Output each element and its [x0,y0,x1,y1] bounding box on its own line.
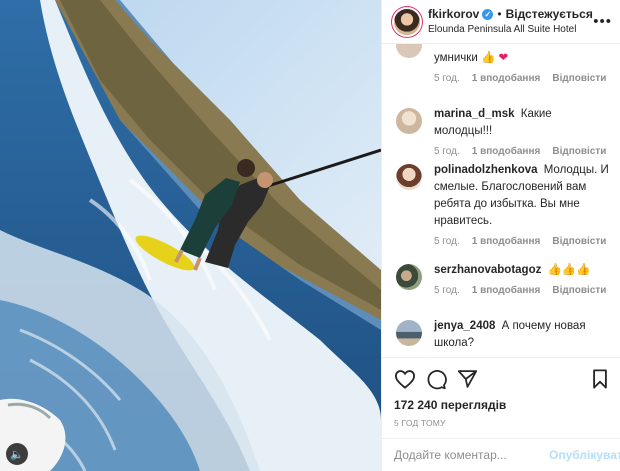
comment-meta: 5 год. 1 вподобання Відповісти [434,236,610,247]
comment-item: marina_d_msk Какие молодцы!!! 5 год. 1 в… [396,106,610,157]
save-bookmark-icon[interactable] [592,369,608,389]
commenter-avatar[interactable] [396,44,422,58]
post-location[interactable]: Elounda Peninsula All Suite Hotel [428,24,593,36]
commenter-avatar[interactable] [396,108,422,134]
comment-text: polinadolzhenkova Молодцы. И смелые. Бла… [434,164,609,227]
comment-reply-button[interactable]: Відповісти [552,236,606,247]
comment-reply-button[interactable]: Відповісти [552,285,606,296]
comment-text: serzhanovabotagoz 👍👍👍 [434,262,610,279]
comment-item: умнички 👍 ❤ 5 год. 1 вподобання Відповіс… [396,44,610,84]
post-video[interactable]: 🔈 [0,0,381,471]
comment-meta: 5 год. 1 вподобання Відповісти [434,146,610,157]
like-heart-icon[interactable] [394,369,416,389]
action-icons [394,364,608,394]
comment-likes[interactable]: 1 вподобання [472,146,541,157]
comment-likes[interactable]: 1 вподобання [472,73,541,84]
share-paper-plane-icon[interactable] [457,369,478,389]
add-comment-bar: Опублікувати [382,438,620,471]
comment-username[interactable]: serzhanovabotagoz [434,264,541,276]
comment-input[interactable] [394,448,549,462]
comment-item: serzhanovabotagoz 👍👍👍 5 год. 1 вподобанн… [396,262,610,296]
comment-age[interactable]: 5 год. [434,236,460,247]
comment-reply-button[interactable]: Відповісти [552,146,606,157]
author-avatar[interactable] [394,8,420,35]
header-separator: • [497,6,502,21]
comment-username[interactable]: marina_d_msk [434,108,515,120]
comment-meta: 5 год. 1 вподобання Відповісти [434,73,610,84]
post-timestamp: 5 ГОД ТОМУ [394,418,446,428]
publish-button[interactable]: Опублікувати [549,448,620,462]
comment-meta: 5 год. 1 вподобання Відповісти [434,285,610,296]
mute-toggle-icon[interactable]: 🔈 [6,443,28,465]
comment-likes[interactable]: 1 вподобання [472,285,541,296]
view-count[interactable]: 172 240 переглядів [394,398,608,412]
comment-age[interactable]: 5 год. [434,73,460,84]
comment-reply-button[interactable]: Відповісти [552,73,606,84]
commenter-avatar[interactable] [396,264,422,290]
commenter-avatar[interactable] [396,320,422,346]
author-info: fkirkorov ✓ • Відстежується Elounda Peni… [428,6,593,36]
video-frame-illustration [0,0,381,471]
post-header: fkirkorov ✓ • Відстежується Elounda Peni… [382,0,620,44]
author-username[interactable]: fkirkorov [428,7,479,22]
comment-username[interactable]: jenya_2408 [434,320,495,332]
commenter-avatar[interactable] [396,164,422,190]
follow-status-button[interactable]: Відстежується [506,7,593,22]
more-options-icon[interactable]: ••• [593,13,612,30]
comment-text: marina_d_msk Какие молодцы!!! [434,108,552,137]
comment-username[interactable]: polinadolzhenkova [434,164,538,176]
comment-text: умнички 👍 ❤ [434,52,509,64]
comments-list: умнички 👍 ❤ 5 год. 1 вподобання Відповіс… [382,44,620,357]
heart-emoji: ❤ [498,52,509,64]
verified-badge-icon: ✓ [482,9,494,21]
comment-item: polinadolzhenkova Молодцы. И смелые. Бла… [396,162,610,247]
comment-age[interactable]: 5 год. [434,285,460,296]
post-actions: 172 240 переглядів 5 ГОД ТОМУ [382,357,620,438]
author-line: fkirkorov ✓ • Відстежується [428,6,593,22]
comment-likes[interactable]: 1 вподобання [472,236,541,247]
comment-text: jenya_2408 А почему новая школа? [434,320,586,349]
thumbs-up-emoji: 👍👍👍 [547,264,591,276]
comment-bubble-icon[interactable] [426,369,447,390]
post-viewer: 🔈 fkirkorov ✓ • Відстежується Elounda Pe… [0,0,620,471]
comment-age[interactable]: 5 год. [434,146,460,157]
comment-item: jenya_2408 А почему новая школа? [396,318,610,352]
thumbs-up-emoji: 👍 [480,52,496,64]
post-side-panel: fkirkorov ✓ • Відстежується Elounda Peni… [381,0,620,471]
